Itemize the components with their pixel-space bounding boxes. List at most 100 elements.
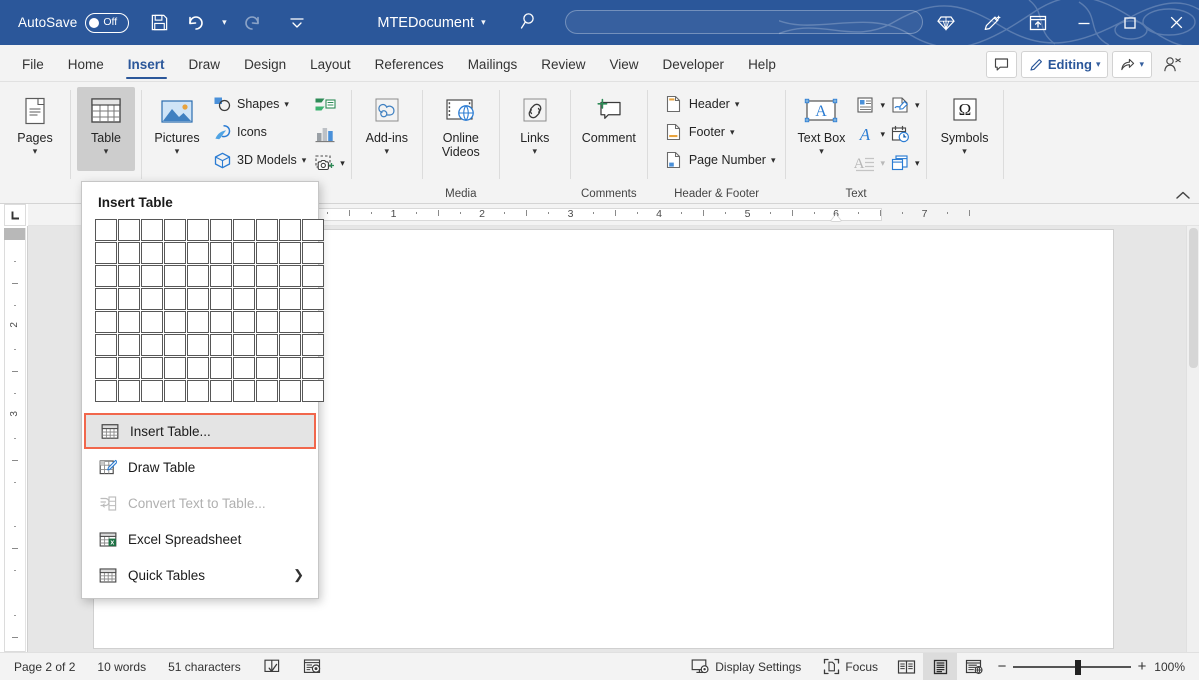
table-size-cell[interactable] bbox=[141, 219, 163, 241]
menu-item-insert-table[interactable]: Insert Table... bbox=[84, 413, 316, 449]
zoom-out-button[interactable]: − bbox=[991, 658, 1013, 675]
table-size-cell[interactable] bbox=[164, 242, 186, 264]
table-size-cell[interactable] bbox=[256, 311, 278, 333]
table-size-cell[interactable] bbox=[210, 311, 232, 333]
table-size-cell[interactable] bbox=[279, 357, 301, 379]
table-size-cell[interactable] bbox=[95, 288, 117, 310]
redo-icon[interactable] bbox=[235, 8, 271, 38]
menu-item-excel-spreadsheet[interactable]: x Excel Spreadsheet bbox=[82, 521, 318, 557]
symbols-chevron-icon[interactable]: ▾ bbox=[962, 146, 967, 157]
table-size-cell[interactable] bbox=[210, 380, 232, 402]
table-size-cell[interactable] bbox=[279, 288, 301, 310]
pen-highlighter-icon[interactable] bbox=[969, 0, 1015, 45]
tab-draw[interactable]: Draw bbox=[177, 48, 233, 81]
customize-quick-access-toolbar-icon[interactable] bbox=[279, 8, 315, 38]
comments-button[interactable] bbox=[986, 51, 1017, 78]
tab-mailings[interactable]: Mailings bbox=[456, 48, 530, 81]
vertical-scrollbar[interactable] bbox=[1186, 226, 1199, 652]
tab-references[interactable]: References bbox=[363, 48, 456, 81]
table-size-cell[interactable] bbox=[164, 357, 186, 379]
screenshot-icon[interactable] bbox=[312, 151, 338, 175]
table-size-cell[interactable] bbox=[164, 265, 186, 287]
table-size-cell[interactable] bbox=[141, 380, 163, 402]
comment-button[interactable]: Comment bbox=[577, 87, 641, 171]
top-margin-area[interactable] bbox=[4, 228, 26, 240]
table-size-cell[interactable] bbox=[164, 219, 186, 241]
menu-item-quick-tables[interactable]: Quick Tables ❯ bbox=[82, 557, 318, 593]
table-size-cell[interactable] bbox=[187, 242, 209, 264]
focus-button[interactable]: Focus bbox=[812, 653, 889, 680]
table-size-cell[interactable] bbox=[256, 242, 278, 264]
table-size-cell[interactable] bbox=[279, 219, 301, 241]
close-button[interactable] bbox=[1153, 0, 1199, 45]
table-size-cell[interactable] bbox=[233, 265, 255, 287]
table-size-cell[interactable] bbox=[256, 265, 278, 287]
table-size-cell[interactable] bbox=[210, 242, 232, 264]
footer-button[interactable]: Footer ▾ bbox=[660, 119, 780, 145]
table-size-cell[interactable] bbox=[141, 311, 163, 333]
table-size-cell[interactable] bbox=[141, 265, 163, 287]
table-size-cell[interactable] bbox=[118, 311, 140, 333]
table-size-cell[interactable] bbox=[256, 288, 278, 310]
table-size-cell[interactable] bbox=[187, 265, 209, 287]
table-size-cell[interactable] bbox=[118, 242, 140, 264]
table-size-cell[interactable] bbox=[95, 311, 117, 333]
tab-file[interactable]: File bbox=[10, 48, 56, 81]
pages-button[interactable]: Pages ▾ bbox=[6, 87, 64, 171]
table-button[interactable]: Table ▾ bbox=[77, 87, 135, 171]
minimize-button[interactable] bbox=[1061, 0, 1107, 45]
drop-cap-icon[interactable]: A bbox=[852, 151, 878, 175]
document-title[interactable]: MTEDocument bbox=[377, 15, 474, 31]
save-icon[interactable] bbox=[141, 8, 177, 38]
tab-stop-selector[interactable] bbox=[4, 204, 26, 226]
zoom-in-button[interactable]: + bbox=[1131, 658, 1153, 675]
display-settings-button[interactable]: Display Settings bbox=[680, 653, 812, 680]
table-size-grid[interactable] bbox=[82, 219, 318, 403]
symbols-button[interactable]: Ω Symbols ▾ bbox=[933, 87, 997, 171]
object-chevron-icon[interactable]: ▾ bbox=[915, 158, 920, 169]
print-layout-button[interactable] bbox=[923, 653, 957, 680]
share-people-icon[interactable] bbox=[1156, 51, 1189, 78]
page-number-chevron-icon[interactable]: ▾ bbox=[771, 155, 776, 166]
quick-parts-chevron-icon[interactable]: ▾ bbox=[880, 100, 885, 111]
table-size-cell[interactable] bbox=[118, 357, 140, 379]
object-icon[interactable] bbox=[887, 151, 913, 175]
autosave-toggle[interactable]: Off bbox=[85, 13, 129, 33]
table-size-cell[interactable] bbox=[233, 334, 255, 356]
table-size-cell[interactable] bbox=[118, 334, 140, 356]
table-size-cell[interactable] bbox=[118, 288, 140, 310]
table-size-cell[interactable] bbox=[233, 380, 255, 402]
zoom-level-label[interactable]: 100% bbox=[1153, 660, 1199, 674]
table-size-cell[interactable] bbox=[210, 334, 232, 356]
table-size-cell[interactable] bbox=[233, 357, 255, 379]
header-chevron-icon[interactable]: ▾ bbox=[735, 99, 740, 110]
pictures-chevron-icon[interactable]: ▾ bbox=[175, 146, 180, 157]
table-size-cell[interactable] bbox=[187, 357, 209, 379]
character-count[interactable]: 51 characters bbox=[157, 653, 252, 680]
screenshot-chevron-icon[interactable]: ▾ bbox=[340, 158, 345, 169]
table-size-cell[interactable] bbox=[233, 311, 255, 333]
tab-insert[interactable]: Insert bbox=[116, 48, 177, 81]
pages-chevron-icon[interactable]: ▾ bbox=[33, 146, 38, 157]
accessibility-checker-icon[interactable] bbox=[292, 653, 333, 680]
table-size-cell[interactable] bbox=[256, 219, 278, 241]
table-size-cell[interactable] bbox=[141, 334, 163, 356]
table-size-cell[interactable] bbox=[279, 265, 301, 287]
table-size-cell[interactable] bbox=[95, 265, 117, 287]
undo-dropdown-icon[interactable]: ▾ bbox=[213, 8, 235, 38]
3d-models-button[interactable]: 3D Models ▾ bbox=[208, 147, 310, 173]
smartart-icon[interactable] bbox=[312, 93, 338, 117]
tab-help[interactable]: Help bbox=[736, 48, 788, 81]
table-size-cell[interactable] bbox=[256, 334, 278, 356]
date-and-time-icon[interactable] bbox=[887, 122, 913, 146]
signature-chevron-icon[interactable]: ▾ bbox=[915, 100, 920, 111]
table-size-cell[interactable] bbox=[164, 288, 186, 310]
wordart-icon[interactable]: A bbox=[852, 122, 878, 146]
pictures-button[interactable]: Pictures ▾ bbox=[148, 87, 206, 171]
shapes-chevron-icon[interactable]: ▾ bbox=[284, 99, 289, 110]
table-size-cell[interactable] bbox=[302, 380, 324, 402]
share-chevron-icon[interactable]: ▾ bbox=[1139, 59, 1144, 70]
ribbon-display-options-icon[interactable] bbox=[1015, 0, 1061, 45]
table-size-cell[interactable] bbox=[141, 242, 163, 264]
table-size-cell[interactable] bbox=[141, 288, 163, 310]
